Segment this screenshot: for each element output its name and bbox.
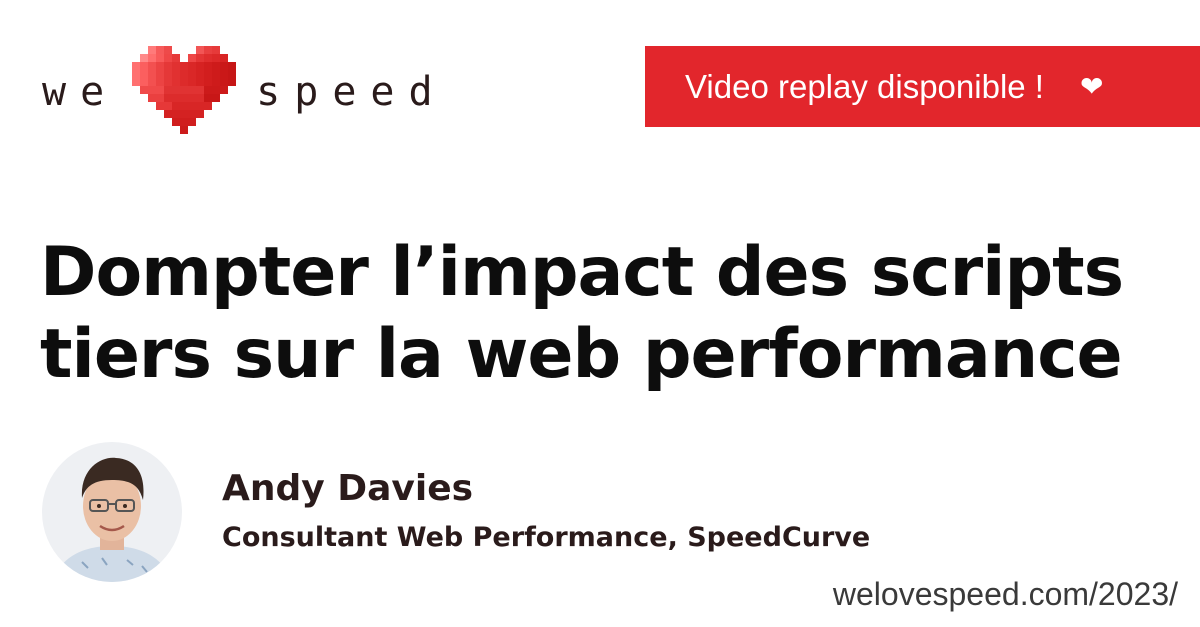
speaker-avatar — [42, 442, 182, 582]
video-replay-badge[interactable]: Video replay disponible ! ❤ — [645, 46, 1200, 127]
logo-word-speed: speed — [256, 69, 447, 115]
heart-icon: ❤ — [1079, 70, 1104, 103]
video-replay-label: Video replay disponible ! — [685, 67, 1044, 105]
speaker-role: Consultant Web Performance, SpeedCurve — [222, 522, 871, 553]
speaker-photo — [42, 442, 182, 582]
event-url[interactable]: welovespeed.com/2023/ — [833, 576, 1178, 613]
brand-logo: we speed — [42, 46, 447, 142]
talk-title: Dompter l’impact des scripts tiers sur l… — [40, 232, 1180, 396]
talk-title-line-2: tiers sur la web performance — [40, 315, 1123, 394]
pixel-heart-icon — [132, 46, 237, 134]
talk-title-line-1: Dompter l’impact des scripts — [40, 233, 1124, 312]
logo-word-we: we — [42, 69, 119, 115]
speaker-name: Andy Davies — [222, 468, 474, 509]
